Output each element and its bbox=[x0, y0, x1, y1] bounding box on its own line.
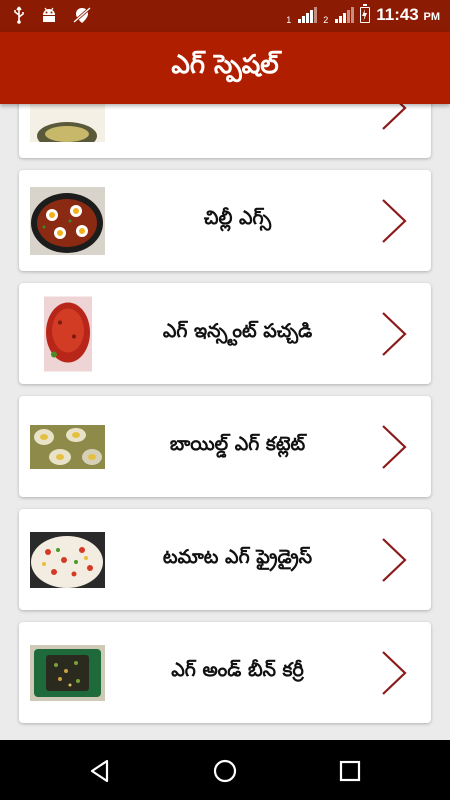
chevron-right-icon bbox=[382, 311, 407, 356]
home-icon[interactable] bbox=[212, 758, 238, 784]
recipe-title: చిల్లీ ఎగ్స్ bbox=[203, 207, 272, 229]
list-item[interactable]: ఎగ్ అండ్ బీన్ కర్రీ bbox=[19, 622, 431, 723]
chevron-right-icon bbox=[382, 424, 407, 469]
recipe-thumbnail bbox=[30, 531, 105, 588]
list-item[interactable]: ఎగ్ ఇన్స్టంట్ పచ్చడి bbox=[19, 283, 431, 384]
list-item[interactable]: టమాట ఎగ్ ఫ్రైడ్రైస్ bbox=[19, 509, 431, 610]
status-bar: 1 2 11:43 PM bbox=[0, 0, 450, 32]
sim1-label: 1 bbox=[286, 15, 292, 25]
recents-icon[interactable] bbox=[337, 758, 363, 784]
clock: 11:43 PM bbox=[376, 5, 440, 24]
recipe-title: ఎగ్ అండ్ బీన్ కర్రీ bbox=[171, 659, 304, 681]
list-item[interactable] bbox=[19, 104, 431, 158]
list-item[interactable]: బాయిల్డ్ ఎగ్ కట్లెట్ bbox=[19, 396, 431, 497]
recipe-thumbnail bbox=[30, 296, 105, 371]
sim2-label: 2 bbox=[323, 15, 329, 25]
recipe-thumbnail bbox=[30, 186, 105, 255]
signal-1-icon bbox=[298, 7, 318, 23]
recipe-title: ఎగ్ ఇన్స్టంట్ పచ్చడి bbox=[162, 320, 313, 342]
page-title: ఎగ్ స్పెషల్ bbox=[171, 50, 279, 80]
chevron-right-icon bbox=[382, 198, 407, 243]
recipe-thumbnail bbox=[30, 644, 105, 701]
app-bar: ఎగ్ స్పెషల్ bbox=[0, 32, 450, 104]
recipe-title: బాయిల్డ్ ఎగ్ కట్లెట్ bbox=[169, 433, 306, 455]
chevron-right-icon bbox=[382, 650, 407, 695]
battery-icon bbox=[360, 4, 371, 23]
recipe-title: టమాట ఎగ్ ఫ్రైడ్రైస్ bbox=[162, 546, 313, 568]
chevron-right-icon bbox=[382, 537, 407, 582]
list-item[interactable]: చిల్లీ ఎగ్స్ bbox=[19, 170, 431, 271]
chevron-right-icon bbox=[382, 104, 407, 130]
usb-icon bbox=[14, 6, 24, 24]
recipe-list[interactable]: చిల్లీ ఎగ్స్ ఎగ్ ఇన్స్టంట్ పచ్చడి బాయిల్… bbox=[0, 104, 450, 740]
recipe-title bbox=[114, 104, 361, 158]
back-icon[interactable] bbox=[87, 758, 113, 784]
recipe-thumbnail bbox=[30, 104, 105, 142]
android-icon bbox=[43, 7, 55, 22]
navigation-bar bbox=[0, 740, 450, 800]
signal-2-icon bbox=[335, 7, 355, 23]
no-location-icon bbox=[73, 6, 91, 24]
recipe-thumbnail bbox=[30, 424, 105, 469]
